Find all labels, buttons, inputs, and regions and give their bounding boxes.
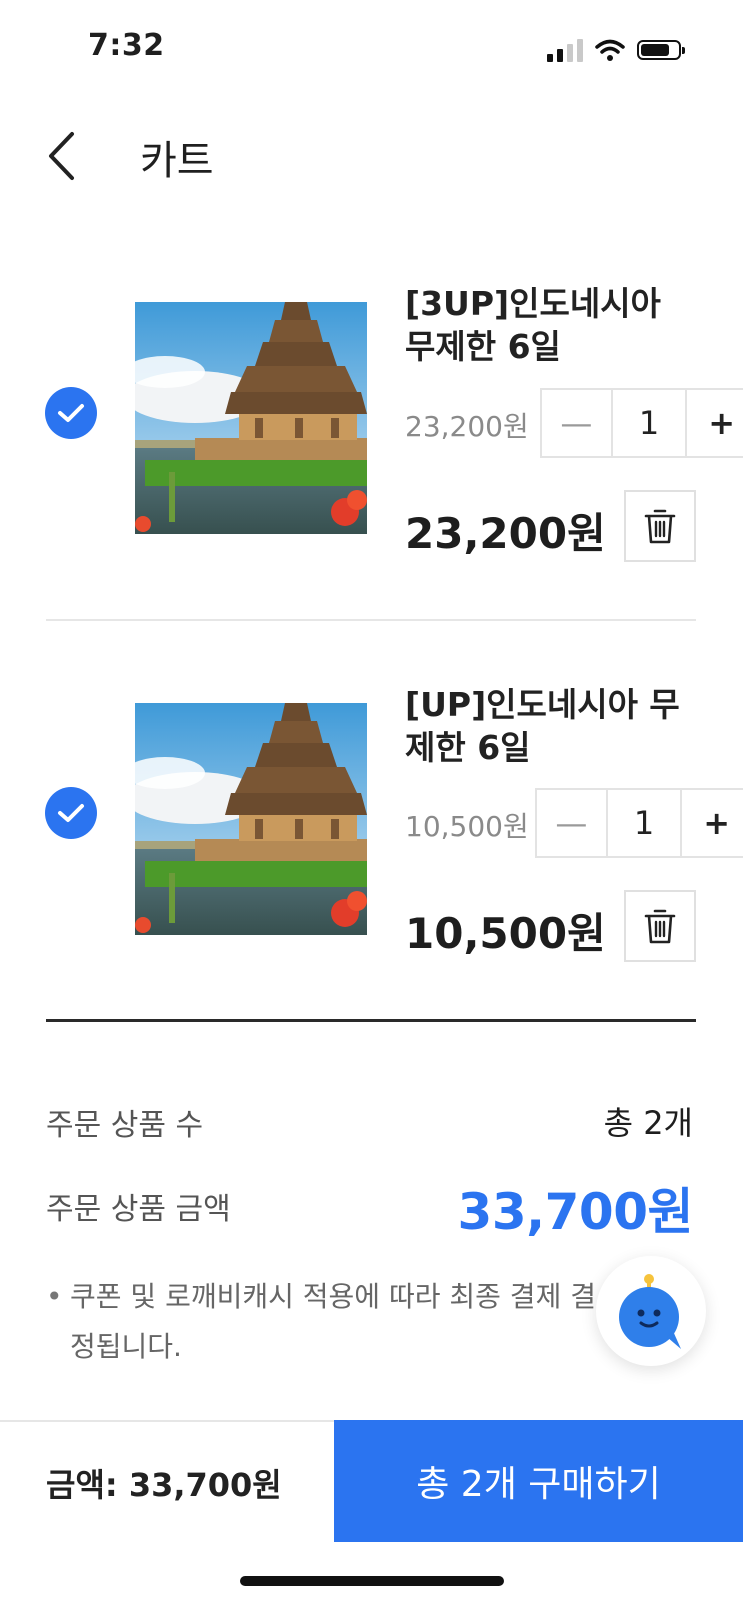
battery-icon bbox=[637, 40, 685, 60]
page-title: 카트 bbox=[140, 138, 214, 184]
bottom-total-amount: 금액: 33,700원 bbox=[46, 1466, 282, 1504]
decrease-quantity-button[interactable]: — bbox=[542, 390, 613, 456]
item-name: [3UP]인도네시아 무제한 6일 bbox=[405, 284, 661, 366]
check-icon bbox=[58, 404, 84, 422]
order-count-label: 주문 상품 수 bbox=[46, 1108, 204, 1143]
check-icon bbox=[58, 804, 84, 822]
item-line-total: 23,200원 bbox=[405, 509, 606, 558]
item-line-total: 10,500원 bbox=[405, 909, 606, 958]
chatbot-button[interactable] bbox=[596, 1256, 706, 1366]
quantity-stepper: — 1 + bbox=[535, 788, 743, 858]
order-amount-value: 33,700원 bbox=[457, 1183, 694, 1241]
signal-icon bbox=[547, 38, 583, 62]
notice-bullet: • bbox=[46, 1280, 63, 1313]
order-amount-label: 주문 상품 금액 bbox=[46, 1192, 231, 1227]
delete-item-button[interactable] bbox=[624, 890, 696, 962]
home-indicator bbox=[240, 1576, 504, 1586]
status-time: 7:32 bbox=[88, 28, 165, 63]
item-checkbox[interactable] bbox=[45, 387, 97, 439]
back-button[interactable] bbox=[36, 126, 86, 186]
item-unit-price: 23,200원 bbox=[405, 410, 529, 443]
chatbot-icon bbox=[619, 1274, 681, 1349]
increase-quantity-button[interactable]: + bbox=[687, 390, 743, 456]
wifi-icon bbox=[595, 39, 625, 61]
delete-item-button[interactable] bbox=[624, 490, 696, 562]
product-image bbox=[135, 703, 367, 935]
purchase-button[interactable]: 총 2개 구매하기 bbox=[334, 1420, 743, 1542]
quantity-value: 1 bbox=[613, 390, 688, 456]
quantity-value: 1 bbox=[608, 790, 683, 856]
summary-divider bbox=[46, 1019, 696, 1022]
order-count-value: 총 2개 bbox=[603, 1104, 693, 1142]
trash-icon bbox=[644, 909, 676, 944]
item-unit-price: 10,500원 bbox=[405, 810, 529, 843]
payment-notice: • 쿠폰 및 로깨비캐시 적용에 따라 최종 결제 결정됩니다. bbox=[46, 1272, 606, 1372]
item-name: [UP]인도네시아 무제한 6일 bbox=[405, 685, 680, 767]
item-divider bbox=[46, 619, 696, 621]
increase-quantity-button[interactable]: + bbox=[682, 790, 743, 856]
quantity-stepper: — 1 + bbox=[540, 388, 743, 458]
trash-icon bbox=[644, 509, 676, 544]
chevron-left-icon bbox=[49, 132, 74, 180]
status-icons bbox=[547, 36, 685, 64]
notice-text: 쿠폰 및 로깨비캐시 적용에 따라 최종 결제 결정됩니다. bbox=[70, 1280, 596, 1363]
item-checkbox[interactable] bbox=[45, 787, 97, 839]
decrease-quantity-button[interactable]: — bbox=[537, 790, 608, 856]
product-image bbox=[135, 302, 367, 534]
